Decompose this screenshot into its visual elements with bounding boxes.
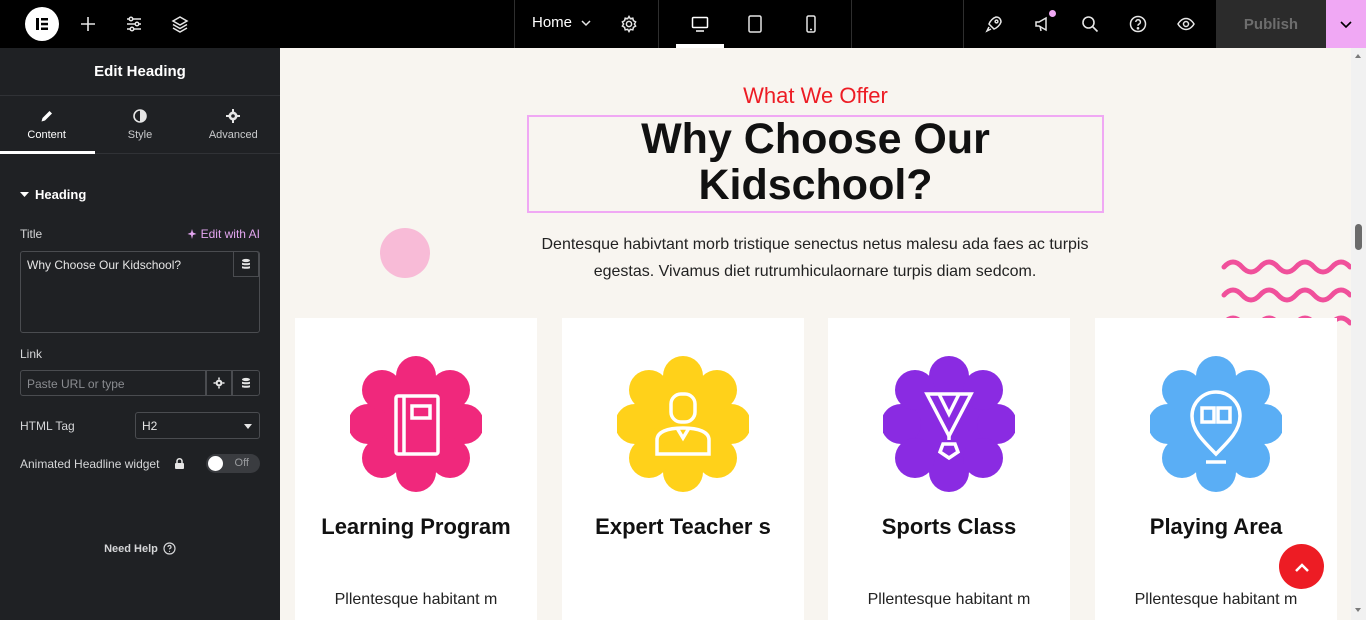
section-toggle-heading[interactable]: Heading xyxy=(20,187,86,202)
elementor-logo-icon[interactable] xyxy=(25,7,59,41)
section-heading[interactable]: Why Choose Our Kidschool? xyxy=(527,116,1104,208)
link-label: Link xyxy=(20,347,43,361)
ai-link-label: Edit with AI xyxy=(200,227,260,241)
editor-panel: Edit Heading Content Style Advanced Head… xyxy=(0,48,280,620)
mobile-view-icon[interactable] xyxy=(799,12,823,36)
card-text: Pllentesque habitant m xyxy=(1134,591,1298,608)
caret-down-icon xyxy=(20,192,29,197)
card-title: Learning Program xyxy=(321,514,511,539)
toggle-label: Off xyxy=(234,457,249,469)
gear-icon xyxy=(226,109,241,123)
section-subtitle: What We Offer xyxy=(743,83,888,108)
canvas-scrollbar[interactable] xyxy=(1351,48,1366,620)
preview-canvas: What We Offer Why Choose Our Kidschool? … xyxy=(280,48,1351,620)
chevron-down-icon xyxy=(1340,21,1352,29)
title-textarea[interactable]: Why Choose Our Kidschool? xyxy=(20,251,260,333)
card-text: Pllentesque habitant m xyxy=(867,591,1031,608)
lock-icon xyxy=(175,457,184,469)
edit-with-ai-link[interactable]: Edit with AI xyxy=(186,227,260,241)
chevron-up-icon xyxy=(1294,562,1309,572)
link-placeholder: Paste URL or type xyxy=(27,377,125,391)
chevron-down-icon xyxy=(581,19,591,26)
scrollbar-thumb[interactable] xyxy=(1355,224,1362,250)
search-icon[interactable] xyxy=(1078,12,1102,36)
decorative-circle xyxy=(380,228,430,278)
need-help-label: Need Help xyxy=(104,542,158,555)
publish-options-button[interactable] xyxy=(1326,0,1366,48)
preview-eye-icon[interactable] xyxy=(1174,12,1198,36)
feature-card[interactable]: Learning Program Pllentesque habitant m xyxy=(295,318,537,620)
tab-content[interactable]: Content xyxy=(0,96,93,153)
help-icon[interactable] xyxy=(1126,12,1150,36)
html-tag-value: H2 xyxy=(142,419,158,433)
divider xyxy=(851,0,852,48)
location-book-icon xyxy=(1150,356,1282,492)
caret-down-icon xyxy=(244,424,252,429)
page-selector[interactable]: Home xyxy=(532,14,592,31)
divider xyxy=(514,0,515,48)
tab-style[interactable]: Style xyxy=(93,96,186,153)
divider xyxy=(658,0,659,48)
panel-title: Edit Heading xyxy=(0,48,280,96)
scroll-to-top-button[interactable] xyxy=(1279,544,1324,589)
sparkle-icon xyxy=(187,229,197,239)
tablet-view-icon[interactable] xyxy=(743,12,767,36)
card-title: Playing Area xyxy=(1149,514,1283,539)
page-settings-gear-icon[interactable] xyxy=(617,12,641,36)
card-title: Expert Teacher s xyxy=(595,514,771,539)
site-settings-sliders-icon[interactable] xyxy=(122,12,146,36)
top-bar: Home Publish xyxy=(0,0,1366,48)
announcements-megaphone-icon[interactable] xyxy=(1031,10,1056,36)
page-name: Home xyxy=(532,14,573,31)
html-tag-select[interactable]: H2 xyxy=(135,412,260,439)
contrast-icon xyxy=(133,109,147,123)
add-element-icon[interactable] xyxy=(76,12,100,36)
toggle-knob xyxy=(208,456,223,471)
layers-icon[interactable] xyxy=(168,12,192,36)
feature-card[interactable]: Sports Class Pllentesque habitant m xyxy=(828,318,1070,620)
link-url-input[interactable]: Paste URL or type xyxy=(20,370,206,396)
card-title: Sports Class xyxy=(881,514,1017,539)
teacher-icon xyxy=(617,356,749,492)
tab-advanced[interactable]: Advanced xyxy=(187,96,280,153)
animated-headline-label: Animated Headline widget xyxy=(20,457,160,471)
rocket-icon[interactable] xyxy=(982,12,1006,36)
tab-label: Style xyxy=(127,129,153,141)
tab-label: Content xyxy=(27,129,66,141)
database-icon xyxy=(242,258,250,269)
pencil-icon xyxy=(41,111,52,122)
section-title: Heading xyxy=(35,187,87,202)
medal-icon xyxy=(883,356,1015,492)
gear-icon xyxy=(213,377,225,389)
panel-tabs: Content Style Advanced xyxy=(0,96,280,154)
book-icon xyxy=(350,356,482,492)
title-label: Title xyxy=(20,227,43,241)
link-dynamic-tags-button[interactable] xyxy=(232,370,260,396)
animated-headline-toggle[interactable]: Off xyxy=(206,454,260,473)
desktop-view-icon[interactable] xyxy=(688,12,712,36)
card-text: Pllentesque habitant m xyxy=(334,591,498,608)
html-tag-label: HTML Tag xyxy=(20,419,75,433)
need-help-link[interactable]: Need Help xyxy=(0,542,280,555)
scroll-up-arrow-icon[interactable] xyxy=(1355,54,1361,58)
link-options-button[interactable] xyxy=(206,370,232,396)
title-value: Why Choose Our Kidschool? xyxy=(27,258,182,272)
notification-dot xyxy=(1049,10,1056,17)
database-icon xyxy=(242,377,250,388)
section-description: Dentesque habivtant morb tristique senec… xyxy=(541,236,1089,280)
active-tab-indicator xyxy=(0,151,95,154)
publish-button[interactable]: Publish xyxy=(1216,0,1326,48)
scroll-down-arrow-icon[interactable] xyxy=(1355,608,1361,612)
title-dynamic-tags-button[interactable] xyxy=(233,251,259,277)
feature-card[interactable]: Expert Teacher s xyxy=(562,318,804,620)
tab-label: Advanced xyxy=(208,129,258,141)
divider xyxy=(963,0,964,48)
help-icon xyxy=(163,542,176,555)
